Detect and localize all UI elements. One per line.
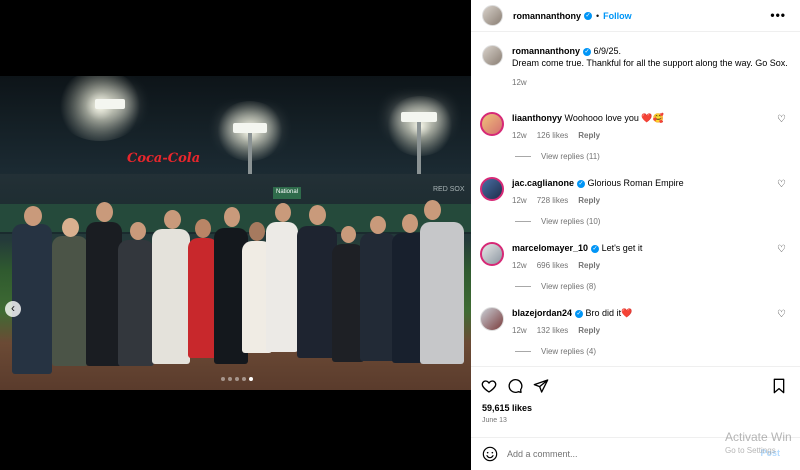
view-replies-button[interactable]: View replies (11) xyxy=(515,152,600,161)
post-details-panel: romannanthony ✓ • Follow ••• romannantho… xyxy=(471,0,800,470)
post-caption: romannanthony ✓ 6/9/25. Dream come true. … xyxy=(482,45,788,89)
comment-text: Glorious Roman Empire xyxy=(587,178,684,188)
comment-text: Bro did it❤️ xyxy=(585,308,633,318)
caption-time: 12w xyxy=(512,78,527,87)
comment-input[interactable] xyxy=(507,449,727,459)
post-actions xyxy=(471,366,800,402)
comment-likes[interactable]: 132 likes xyxy=(537,325,569,337)
caption-avatar[interactable] xyxy=(482,45,503,66)
more-options-button[interactable]: ••• xyxy=(770,8,786,22)
comment-time: 12w xyxy=(512,326,527,335)
comment-avatar[interactable] xyxy=(480,177,504,201)
comment-time: 12w xyxy=(512,261,527,270)
divider-line xyxy=(515,156,531,157)
verified-icon: ✓ xyxy=(583,47,592,56)
verified-icon: ✓ xyxy=(591,244,600,253)
reply-button[interactable]: Reply xyxy=(578,260,600,272)
comment-time: 12w xyxy=(512,196,527,205)
heart-icon[interactable]: ♡ xyxy=(777,244,786,255)
chevron-left-icon: ‹ xyxy=(11,301,15,315)
comment-icon[interactable] xyxy=(507,378,523,394)
verified-icon: ✓ xyxy=(584,11,593,20)
view-replies-label: View replies (11) xyxy=(541,152,600,161)
heart-icon[interactable]: ♡ xyxy=(777,114,786,125)
view-replies-button[interactable]: View replies (8) xyxy=(515,282,596,291)
carousel-dot[interactable] xyxy=(235,377,239,381)
separator-dot: • xyxy=(596,10,600,21)
comment-avatar[interactable] xyxy=(480,307,504,331)
comment-likes[interactable]: 696 likes xyxy=(537,260,569,272)
photo-viewer: Coca-Cola National RED SOX ‹ xyxy=(0,0,471,470)
view-replies-label: View replies (10) xyxy=(541,217,601,226)
comment-username[interactable]: marcelomayer_10 xyxy=(512,243,588,253)
carousel-dot-active[interactable] xyxy=(249,377,253,381)
verified-icon: ✓ xyxy=(577,179,586,188)
caption-text: Dream come true. Thankful for all the su… xyxy=(512,58,788,68)
carousel-prev-button[interactable]: ‹ xyxy=(5,301,21,317)
share-icon[interactable] xyxy=(533,378,549,394)
post-comment-button[interactable]: Post xyxy=(760,448,780,458)
comment-time: 12w xyxy=(512,131,527,140)
comment-likes[interactable]: 728 likes xyxy=(537,195,569,207)
add-comment-bar: Post xyxy=(471,437,800,470)
heart-icon[interactable]: ♡ xyxy=(777,179,786,190)
reply-button[interactable]: Reply xyxy=(578,195,600,207)
post-photo: Coca-Cola National RED SOX ‹ xyxy=(0,76,471,390)
comment-item: blazejordan24 ✓ Bro did it❤️ 12w 132 like… xyxy=(480,307,790,337)
comment-text: Let's get it xyxy=(601,243,643,253)
comment-avatar[interactable] xyxy=(480,242,504,266)
likes-count[interactable]: 59,615 likes xyxy=(482,403,532,413)
carousel-dot[interactable] xyxy=(221,377,225,381)
reply-button[interactable]: Reply xyxy=(578,130,600,142)
carousel-dot[interactable] xyxy=(228,377,232,381)
author-username[interactable]: romannanthony xyxy=(513,11,581,21)
comment-username[interactable]: liaanthonyy xyxy=(512,113,562,123)
heart-icon[interactable]: ♡ xyxy=(777,309,786,320)
verified-icon: ✓ xyxy=(575,309,584,318)
post-header: romannanthony ✓ • Follow ••• xyxy=(471,0,800,32)
reply-button[interactable]: Reply xyxy=(578,325,600,337)
view-replies-button[interactable]: View replies (10) xyxy=(515,217,600,226)
divider-line xyxy=(515,286,531,287)
view-replies-button[interactable]: View replies (4) xyxy=(515,347,596,356)
caption-username[interactable]: romannanthony xyxy=(512,46,580,56)
follow-button[interactable]: Follow xyxy=(603,11,632,21)
comment-item: jac.caglianone ✓ Glorious Roman Empire 12… xyxy=(480,177,790,207)
post-date: June 13 xyxy=(482,417,507,424)
group-of-people xyxy=(0,76,471,390)
view-replies-label: View replies (4) xyxy=(541,347,596,356)
comment-username[interactable]: jac.caglianone xyxy=(512,178,574,188)
heart-icon[interactable] xyxy=(481,378,497,394)
comment-text: Woohooo love you ❤️🥰 xyxy=(564,113,664,123)
comment-username[interactable]: blazejordan24 xyxy=(512,308,572,318)
caption-date: 6/9/25. xyxy=(593,46,622,56)
author-avatar[interactable] xyxy=(482,5,503,26)
view-replies-label: View replies (8) xyxy=(541,282,596,291)
carousel-dots xyxy=(221,377,253,381)
bookmark-icon[interactable] xyxy=(771,378,787,394)
comment-likes[interactable]: 126 likes xyxy=(537,130,569,142)
comment-item: liaanthonyy Woohooo love you ❤️🥰 12w 126… xyxy=(480,112,790,142)
emoji-icon[interactable] xyxy=(482,446,498,462)
divider-line xyxy=(515,221,531,222)
carousel-dot[interactable] xyxy=(242,377,246,381)
comment-item: marcelomayer_10 ✓ Let's get it 12w 696 li… xyxy=(480,242,790,272)
comment-avatar[interactable] xyxy=(480,112,504,136)
divider-line xyxy=(515,351,531,352)
